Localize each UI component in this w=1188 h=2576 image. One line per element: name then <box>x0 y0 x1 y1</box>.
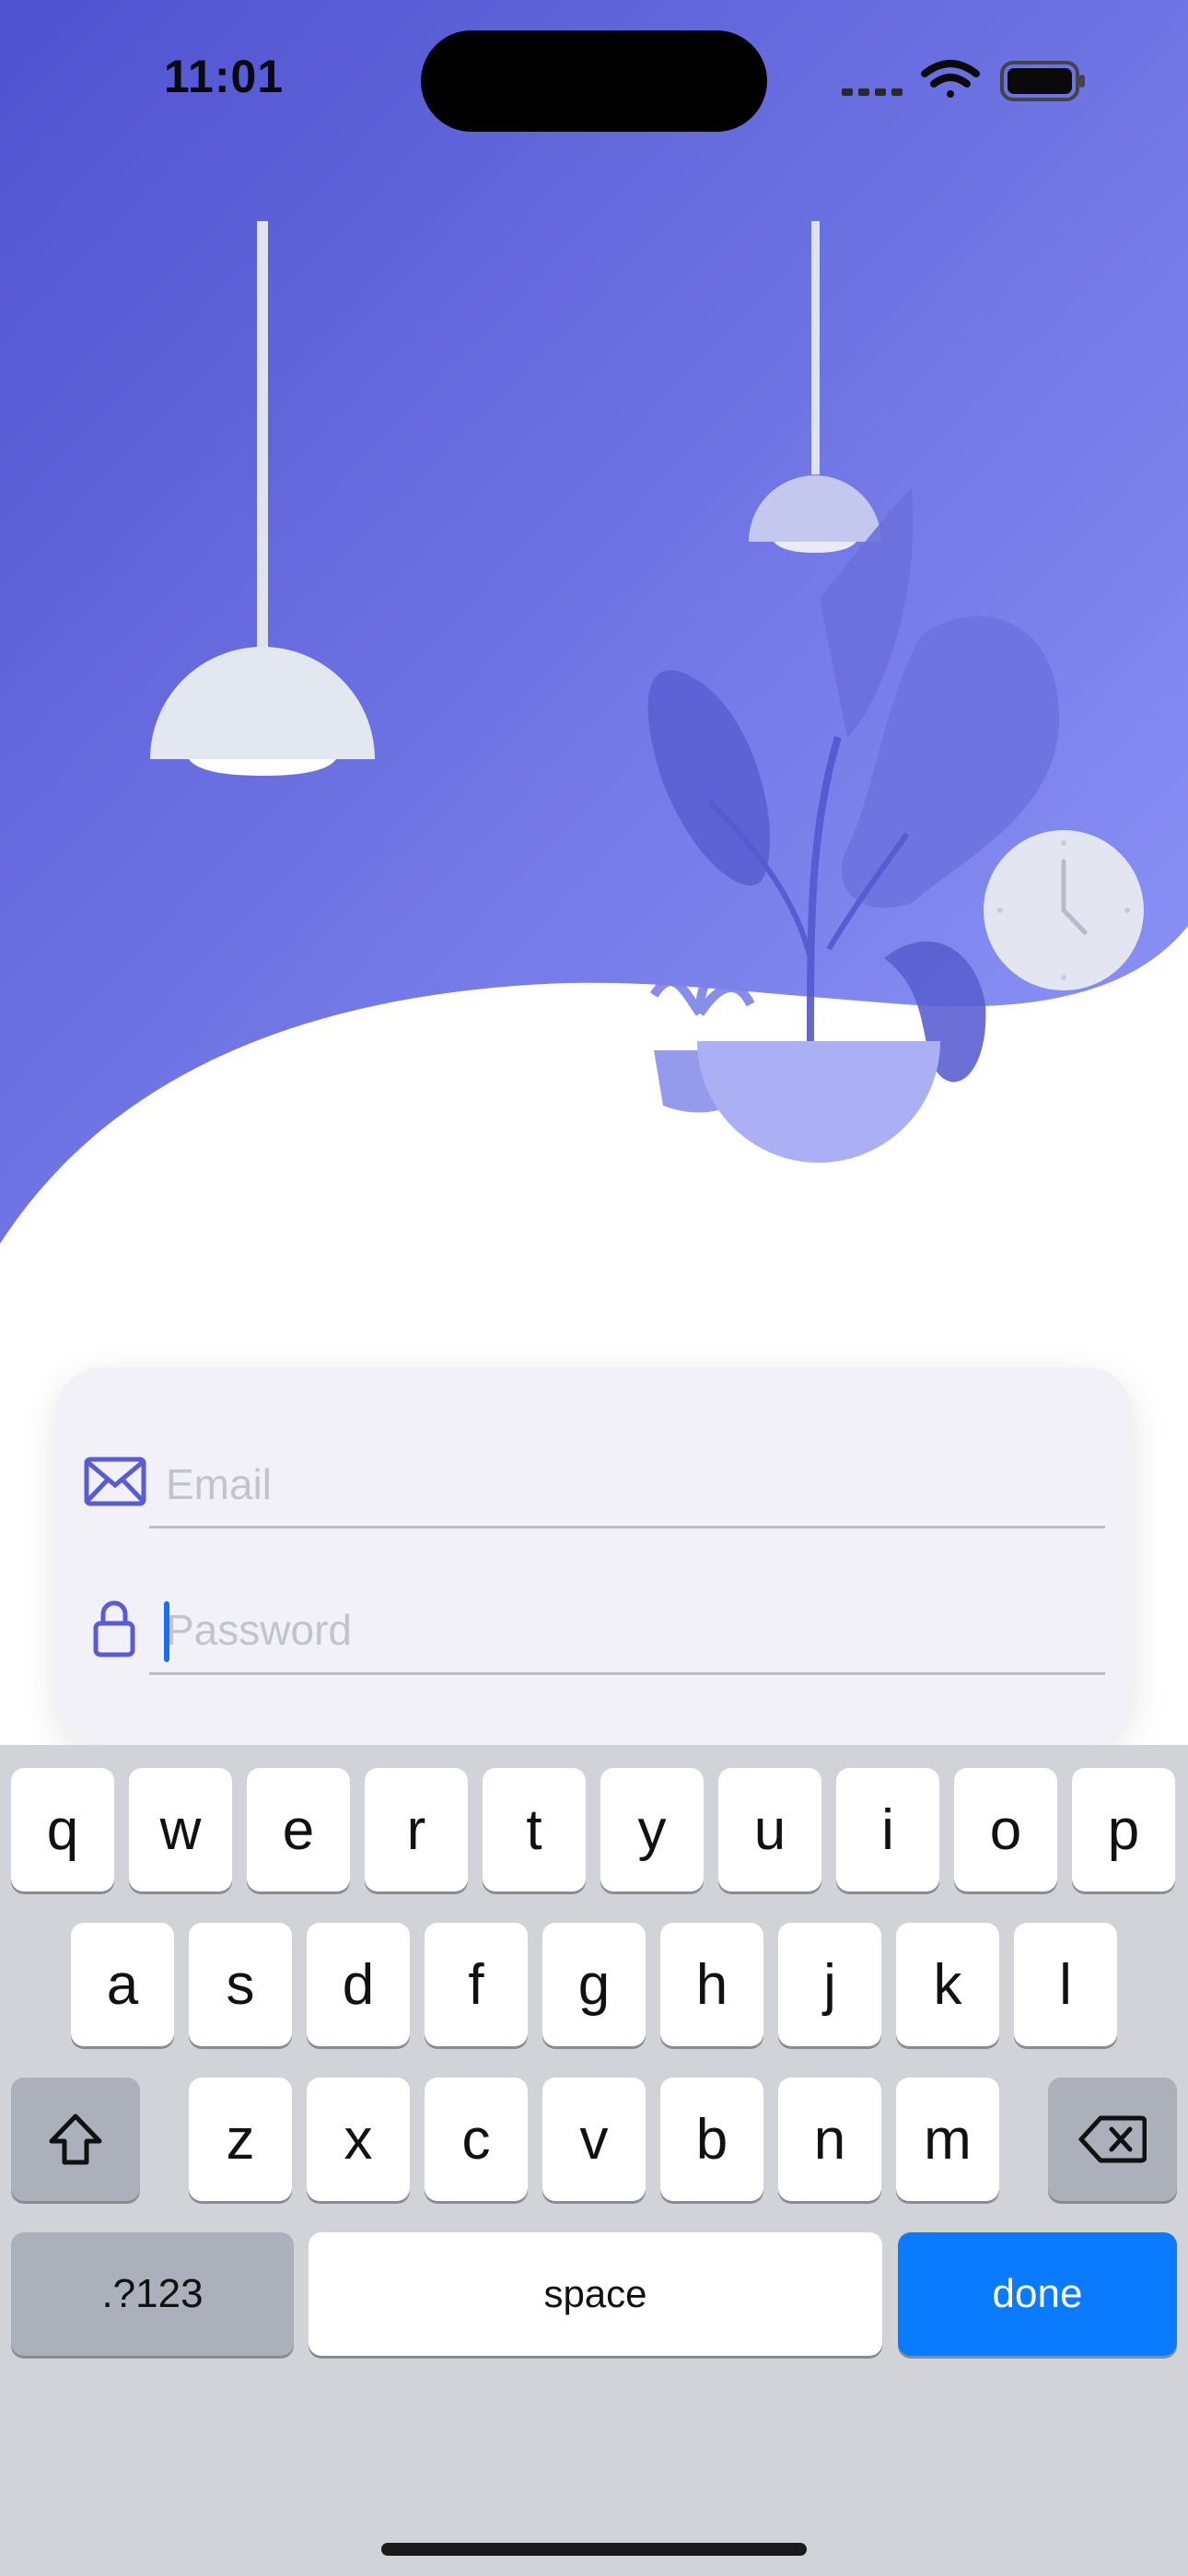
key-v[interactable]: v <box>542 2078 646 2201</box>
battery-icon <box>1000 61 1085 101</box>
key-h[interactable]: h <box>660 1923 763 2046</box>
key-b[interactable]: b <box>660 2078 763 2201</box>
delete-key[interactable] <box>1048 2078 1177 2201</box>
key-q[interactable]: q <box>11 1768 114 1891</box>
hero-illustration <box>0 0 1188 1244</box>
cellular-signal-icon <box>842 88 903 96</box>
key-z[interactable]: z <box>189 2078 292 2201</box>
key-t[interactable]: t <box>483 1768 586 1891</box>
shift-key[interactable] <box>11 2078 140 2201</box>
key-o[interactable]: o <box>954 1768 1057 1891</box>
key-f[interactable]: f <box>425 1923 528 2046</box>
key-g[interactable]: g <box>542 1923 646 2046</box>
numbers-key[interactable]: .?123 <box>11 2232 294 2356</box>
status-time: 11:01 <box>164 51 285 102</box>
dynamic-island <box>421 30 767 132</box>
key-w[interactable]: w <box>129 1768 232 1891</box>
shift-icon <box>49 2113 102 2165</box>
password-underline <box>149 1672 1105 1675</box>
key-s[interactable]: s <box>189 1923 292 2046</box>
status-icons <box>842 60 1085 101</box>
key-p[interactable]: p <box>1072 1768 1175 1891</box>
key-c[interactable]: c <box>425 2078 528 2201</box>
clock-icon <box>984 830 1144 990</box>
text-cursor <box>164 1601 169 1662</box>
key-x[interactable]: x <box>307 2078 410 2201</box>
space-key[interactable]: space <box>309 2232 882 2356</box>
done-key[interactable]: done <box>898 2232 1177 2356</box>
email-underline <box>149 1526 1105 1528</box>
email-field[interactable] <box>166 1450 1105 1518</box>
delete-icon <box>1078 2115 1147 2163</box>
key-j[interactable]: j <box>778 1923 881 2046</box>
password-field[interactable] <box>166 1596 1105 1664</box>
lock-icon <box>93 1600 135 1657</box>
key-y[interactable]: y <box>600 1768 704 1891</box>
login-card <box>55 1367 1133 1745</box>
key-r[interactable]: r <box>365 1768 468 1891</box>
wifi-icon <box>921 60 980 98</box>
key-i[interactable]: i <box>836 1768 939 1891</box>
key-d[interactable]: d <box>307 1923 410 2046</box>
key-m[interactable]: m <box>896 2078 999 2201</box>
key-k[interactable]: k <box>896 1923 999 2046</box>
key-e[interactable]: e <box>247 1768 350 1891</box>
key-n[interactable]: n <box>778 2078 881 2201</box>
home-indicator[interactable] <box>381 2543 807 2556</box>
key-l[interactable]: l <box>1014 1923 1117 2046</box>
key-u[interactable]: u <box>718 1768 821 1891</box>
key-a[interactable]: a <box>71 1923 174 2046</box>
envelope-icon <box>84 1457 146 1506</box>
